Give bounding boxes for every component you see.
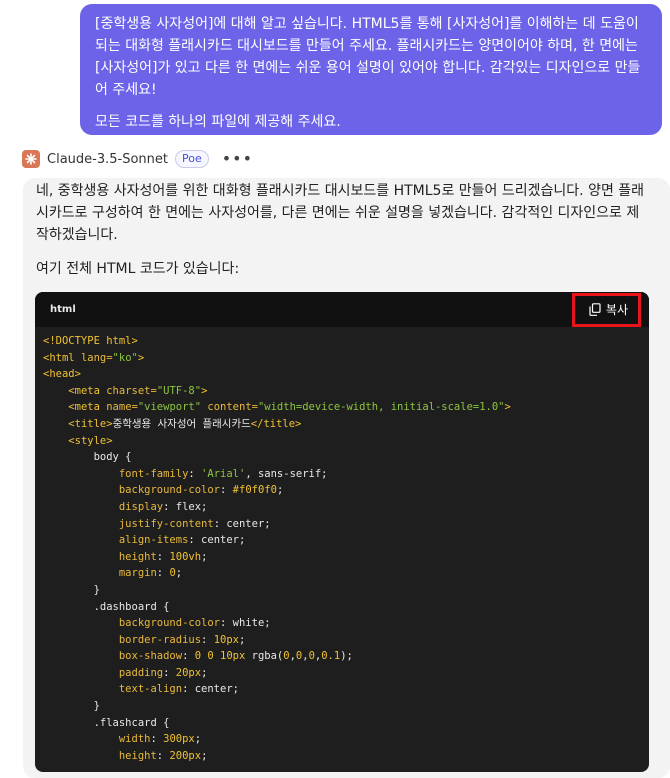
code-line: background-color: white; — [118, 617, 271, 630]
code-block-header: html 복사 — [35, 292, 649, 327]
code-line: display: flex; — [118, 500, 208, 513]
code-line: background-color: #f0f0f0; — [118, 484, 284, 497]
copy-icon — [589, 303, 601, 316]
code-line: <meta charset="UTF-8"> — [68, 384, 208, 397]
copy-code-button[interactable]: 복사 — [571, 292, 641, 327]
code-line: <html lang="ko"> — [43, 351, 145, 364]
code-line: <style> — [68, 434, 113, 447]
code-line: body { — [43, 451, 132, 464]
bot-message-text: 네, 중학생용 사자성어를 위한 대화형 플래시카드 대시보드를 HTML5로 … — [36, 180, 648, 280]
code-line: height: 200px; — [118, 749, 208, 762]
code-line: text-align: center; — [118, 683, 239, 696]
code-line: height: 100vh; — [118, 550, 208, 563]
claude-avatar-icon[interactable] — [22, 150, 40, 168]
code-content: <!DOCTYPE html> <html lang="ko"> <head> <m… — [35, 327, 649, 764]
copy-label: 복사 — [605, 303, 628, 317]
bot-message-paragraph: 여기 전체 HTML 코드가 있습니다: — [36, 261, 240, 277]
code-line: } — [43, 583, 100, 596]
more-options-icon[interactable]: ••• — [222, 151, 253, 167]
user-message-paragraph: [중학생용 사자성어]에 대해 알고 싶습니다. HTML5를 통해 [사자성어… — [95, 16, 641, 98]
code-language-label: html — [50, 304, 76, 315]
code-block: html 복사 <!DOCTYPE html> <html lang="ko"> <… — [35, 292, 649, 772]
code-line: } — [43, 700, 100, 713]
code-line: <meta name="viewport" content="width=dev… — [68, 401, 511, 414]
code-line: font-family: 'Arial', sans-serif; — [118, 467, 328, 480]
code-line: border-radius: 10px; — [118, 633, 246, 646]
code-line: .flashcard { — [43, 716, 170, 729]
bot-header: Claude-3.5-Sonnet Poe ••• — [22, 148, 253, 170]
bot-name[interactable]: Claude-3.5-Sonnet — [47, 152, 168, 167]
code-line: margin: 0; — [118, 567, 183, 580]
code-line: width: 300px; — [118, 733, 202, 746]
poe-badge: Poe — [174, 150, 209, 168]
code-line: <head> — [43, 368, 81, 381]
user-message-bubble: [중학생용 사자성어]에 대해 알고 싶습니다. HTML5를 통해 [사자성어… — [80, 4, 662, 135]
code-line: padding: 20px; — [118, 666, 208, 679]
code-line: <title>중학생용 사자성어 플래시카드</title> — [68, 417, 302, 430]
code-line: .dashboard { — [43, 600, 170, 613]
code-line: box-shadow: 0 0 10px rgba(0,0,0,0.1); — [118, 650, 353, 663]
code-line: justify-content: center; — [118, 517, 271, 530]
bot-message-paragraph: 네, 중학생용 사자성어를 위한 대화형 플래시카드 대시보드를 HTML5로 … — [36, 183, 645, 243]
user-message-paragraph: 모든 코드를 하나의 파일에 제공해 주세요. — [95, 114, 341, 130]
code-line: <!DOCTYPE html> — [43, 335, 138, 347]
code-line: align-items: center; — [118, 534, 246, 547]
